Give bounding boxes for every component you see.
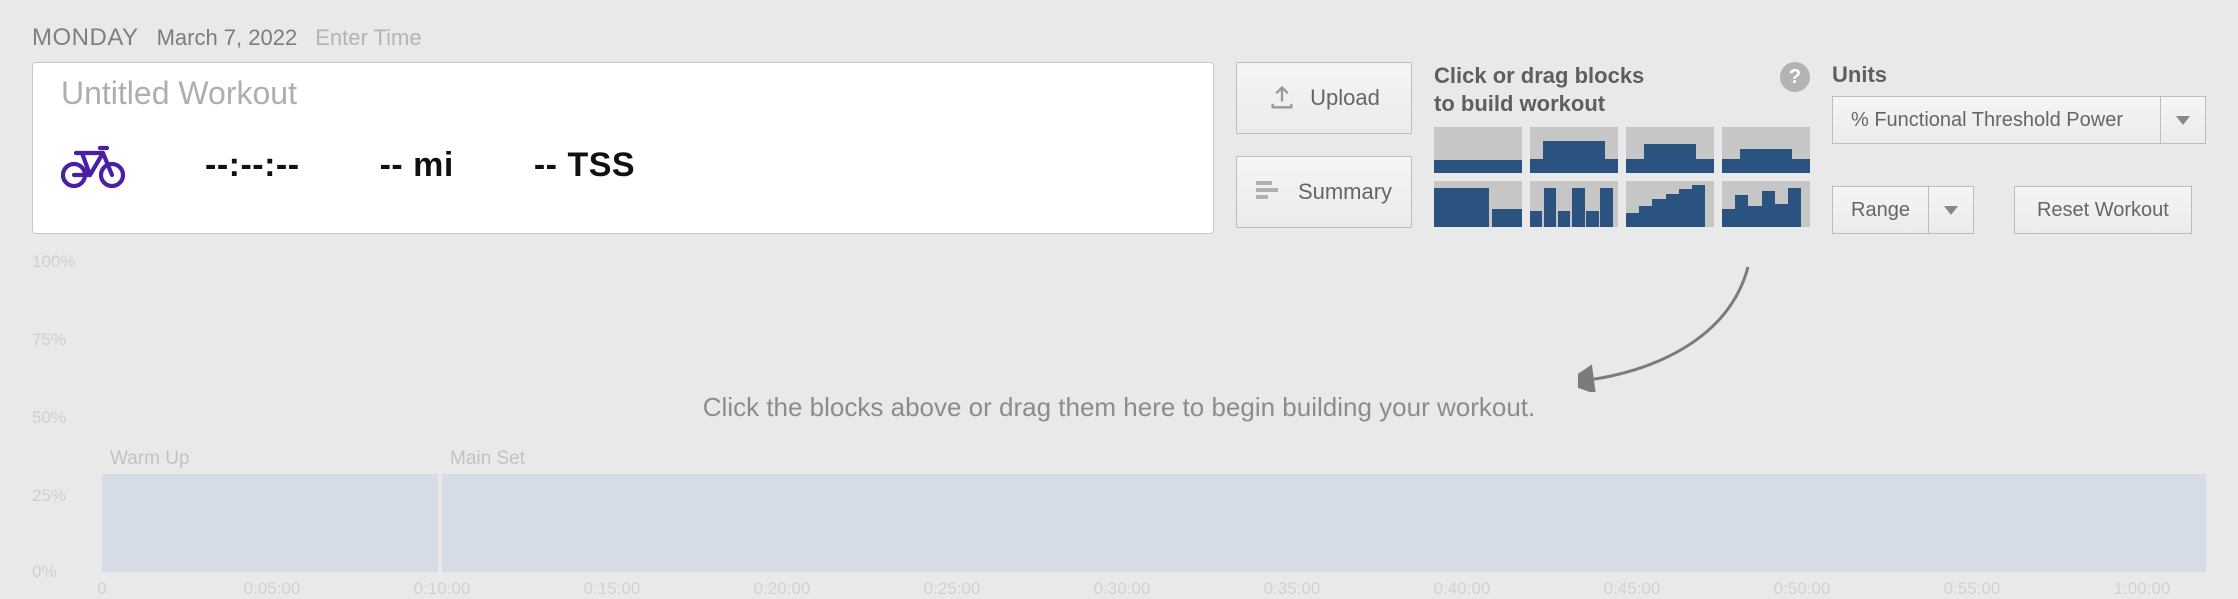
arrow-icon bbox=[1578, 262, 1758, 392]
upload-icon bbox=[1268, 84, 1296, 112]
palette-title: Click or drag blocks to build workout bbox=[1434, 62, 1770, 117]
reset-label: Reset Workout bbox=[2037, 199, 2169, 222]
help-icon[interactable]: ? bbox=[1780, 62, 1810, 92]
bike-icon bbox=[61, 138, 125, 192]
workout-card: --:--:-- -- mi -- TSS bbox=[32, 62, 1214, 234]
segment-label: Main Set bbox=[450, 448, 525, 470]
block-intervals[interactable] bbox=[1530, 181, 1618, 227]
block-palette bbox=[1434, 127, 1810, 227]
block-ramp-up[interactable] bbox=[1626, 181, 1714, 227]
chevron-down-icon[interactable] bbox=[2160, 96, 2206, 144]
range-select[interactable]: Range bbox=[1832, 186, 1974, 234]
summary-button[interactable]: Summary bbox=[1236, 156, 1412, 228]
block-steady[interactable] bbox=[1434, 127, 1522, 173]
segment-mainset[interactable] bbox=[442, 474, 2206, 572]
y-tick: 50% bbox=[32, 408, 66, 428]
x-tick: 0:30:00 bbox=[1094, 579, 1151, 599]
x-tick: 0:25:00 bbox=[924, 579, 981, 599]
block-over-unders[interactable] bbox=[1722, 181, 1810, 227]
chart-hint: Click the blocks above or drag them here… bbox=[32, 392, 2206, 423]
y-tick: 75% bbox=[32, 330, 66, 350]
units-selected: % Functional Threshold Power bbox=[1851, 109, 2123, 132]
y-tick: 25% bbox=[32, 486, 66, 506]
x-tick: 0:55:00 bbox=[1944, 579, 2001, 599]
enter-time-link[interactable]: Enter Time bbox=[315, 25, 421, 51]
units-label: Units bbox=[1832, 62, 2206, 88]
x-tick: 0:45:00 bbox=[1604, 579, 1661, 599]
block-long-short[interactable] bbox=[1434, 181, 1522, 227]
summary-label: Summary bbox=[1298, 179, 1392, 205]
workout-chart[interactable]: Click the blocks above or drag them here… bbox=[32, 260, 2206, 594]
tss-stat: -- TSS bbox=[534, 146, 635, 185]
summary-icon bbox=[1256, 178, 1284, 206]
x-tick: 0:10:00 bbox=[414, 579, 471, 599]
upload-button[interactable]: Upload bbox=[1236, 62, 1412, 134]
workout-title-input[interactable] bbox=[61, 75, 1185, 112]
segment-warmup[interactable] bbox=[102, 474, 438, 572]
x-tick: 0 bbox=[97, 579, 106, 599]
reset-workout-button[interactable]: Reset Workout bbox=[2014, 186, 2192, 234]
distance-stat: -- mi bbox=[380, 146, 454, 185]
chevron-down-icon[interactable] bbox=[1928, 186, 1974, 234]
y-tick: 0% bbox=[32, 562, 57, 582]
upload-label: Upload bbox=[1310, 85, 1380, 111]
block-warmup-main-cooldown-tall[interactable] bbox=[1530, 127, 1618, 173]
x-tick: 0:15:00 bbox=[584, 579, 641, 599]
y-tick: 100% bbox=[32, 252, 75, 272]
x-tick: 0:50:00 bbox=[1774, 579, 1831, 599]
day-label: MONDAY bbox=[32, 24, 139, 52]
x-tick: 0:05:00 bbox=[244, 579, 301, 599]
x-tick: 0:35:00 bbox=[1264, 579, 1321, 599]
units-select[interactable]: % Functional Threshold Power bbox=[1832, 96, 2206, 144]
date-label: March 7, 2022 bbox=[157, 25, 298, 51]
segment-label: Warm Up bbox=[110, 448, 190, 470]
x-tick: 1:00:00 bbox=[2114, 579, 2171, 599]
x-tick: 0:40:00 bbox=[1434, 579, 1491, 599]
range-label: Range bbox=[1851, 199, 1910, 222]
x-tick: 0:20:00 bbox=[754, 579, 811, 599]
block-warmup-main-cooldown-low[interactable] bbox=[1722, 127, 1810, 173]
duration-stat: --:--:-- bbox=[205, 146, 300, 185]
block-warmup-main-cooldown-med[interactable] bbox=[1626, 127, 1714, 173]
